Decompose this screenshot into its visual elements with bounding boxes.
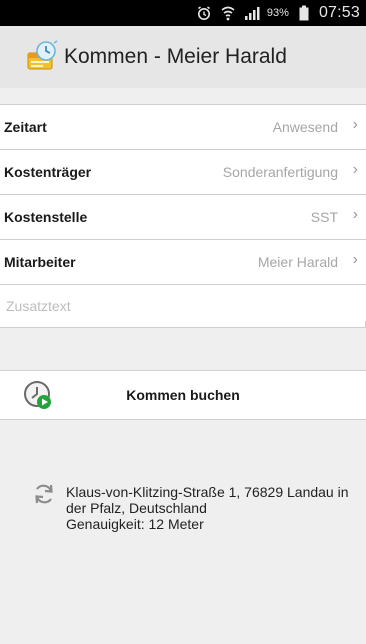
chevron-right-icon: › <box>352 161 358 178</box>
kommen-buchen-label: Kommen buchen <box>126 387 240 403</box>
wifi-icon <box>219 4 237 22</box>
row-kostentraeger[interactable]: Kostenträger Sonderanfertigung › <box>0 150 366 195</box>
middle-spacer <box>0 328 366 370</box>
address-line-1: Klaus-von-Klitzing-Straße 1, 76829 Landa… <box>66 484 349 500</box>
clock-calendar-logo-icon[interactable] <box>24 39 60 75</box>
chevron-right-icon: › <box>352 206 358 223</box>
row-value: Anwesend <box>272 119 338 135</box>
chevron-right-icon: › <box>352 251 358 268</box>
row-kostenstelle[interactable]: Kostenstelle SST › <box>0 195 366 240</box>
battery-icon <box>295 4 313 22</box>
status-bar-indicators: 93% 07:53 <box>195 2 360 24</box>
location-info: Klaus-von-Klitzing-Straße 1, 76829 Landa… <box>0 450 366 570</box>
clock-time: 07:53 <box>318 4 360 21</box>
clock-play-icon <box>22 379 54 411</box>
row-label: Zeitart <box>4 119 47 135</box>
row-zeitart[interactable]: Zeitart Anwesend › <box>0 105 366 150</box>
location-text: Klaus-von-Klitzing-Straße 1, 76829 Landa… <box>66 484 366 532</box>
row-value: Sonderanfertigung <box>222 164 338 180</box>
kommen-buchen-button[interactable]: Kommen buchen <box>0 370 366 420</box>
row-value: SST <box>310 209 338 225</box>
app-screen: 93% 07:53 Kommen - Meier Harald Zeitart … <box>0 0 366 644</box>
address-line-2: der Pfalz, Deutschland <box>66 500 207 516</box>
row-value: Meier Harald <box>257 254 338 270</box>
chevron-right-icon: › <box>352 116 358 133</box>
row-label: Kostenträger <box>4 164 92 180</box>
booking-form: Zeitart Anwesend › Kostenträger Sonderan… <box>0 104 366 328</box>
row-label: Mitarbeiter <box>4 254 76 270</box>
alarm-icon <box>195 4 213 22</box>
row-mitarbeiter[interactable]: Mitarbeiter Meier Harald › <box>0 240 366 285</box>
battery-percent: 93% <box>266 7 289 19</box>
signal-icon <box>243 4 261 22</box>
status-bar: 93% 07:53 <box>0 0 366 26</box>
top-spacer <box>0 88 366 104</box>
accuracy-line: Genauigkeit: 12 Meter <box>66 516 204 532</box>
zusatztext-field-container <box>0 285 366 328</box>
refresh-icon[interactable] <box>32 482 56 506</box>
row-label: Kostenstelle <box>4 209 88 225</box>
app-bar: Kommen - Meier Harald <box>0 26 366 89</box>
zusatztext-input[interactable] <box>4 285 358 327</box>
app-title: Kommen - Meier Harald <box>64 45 287 68</box>
content-area: Zeitart Anwesend › Kostenträger Sonderan… <box>0 88 366 644</box>
